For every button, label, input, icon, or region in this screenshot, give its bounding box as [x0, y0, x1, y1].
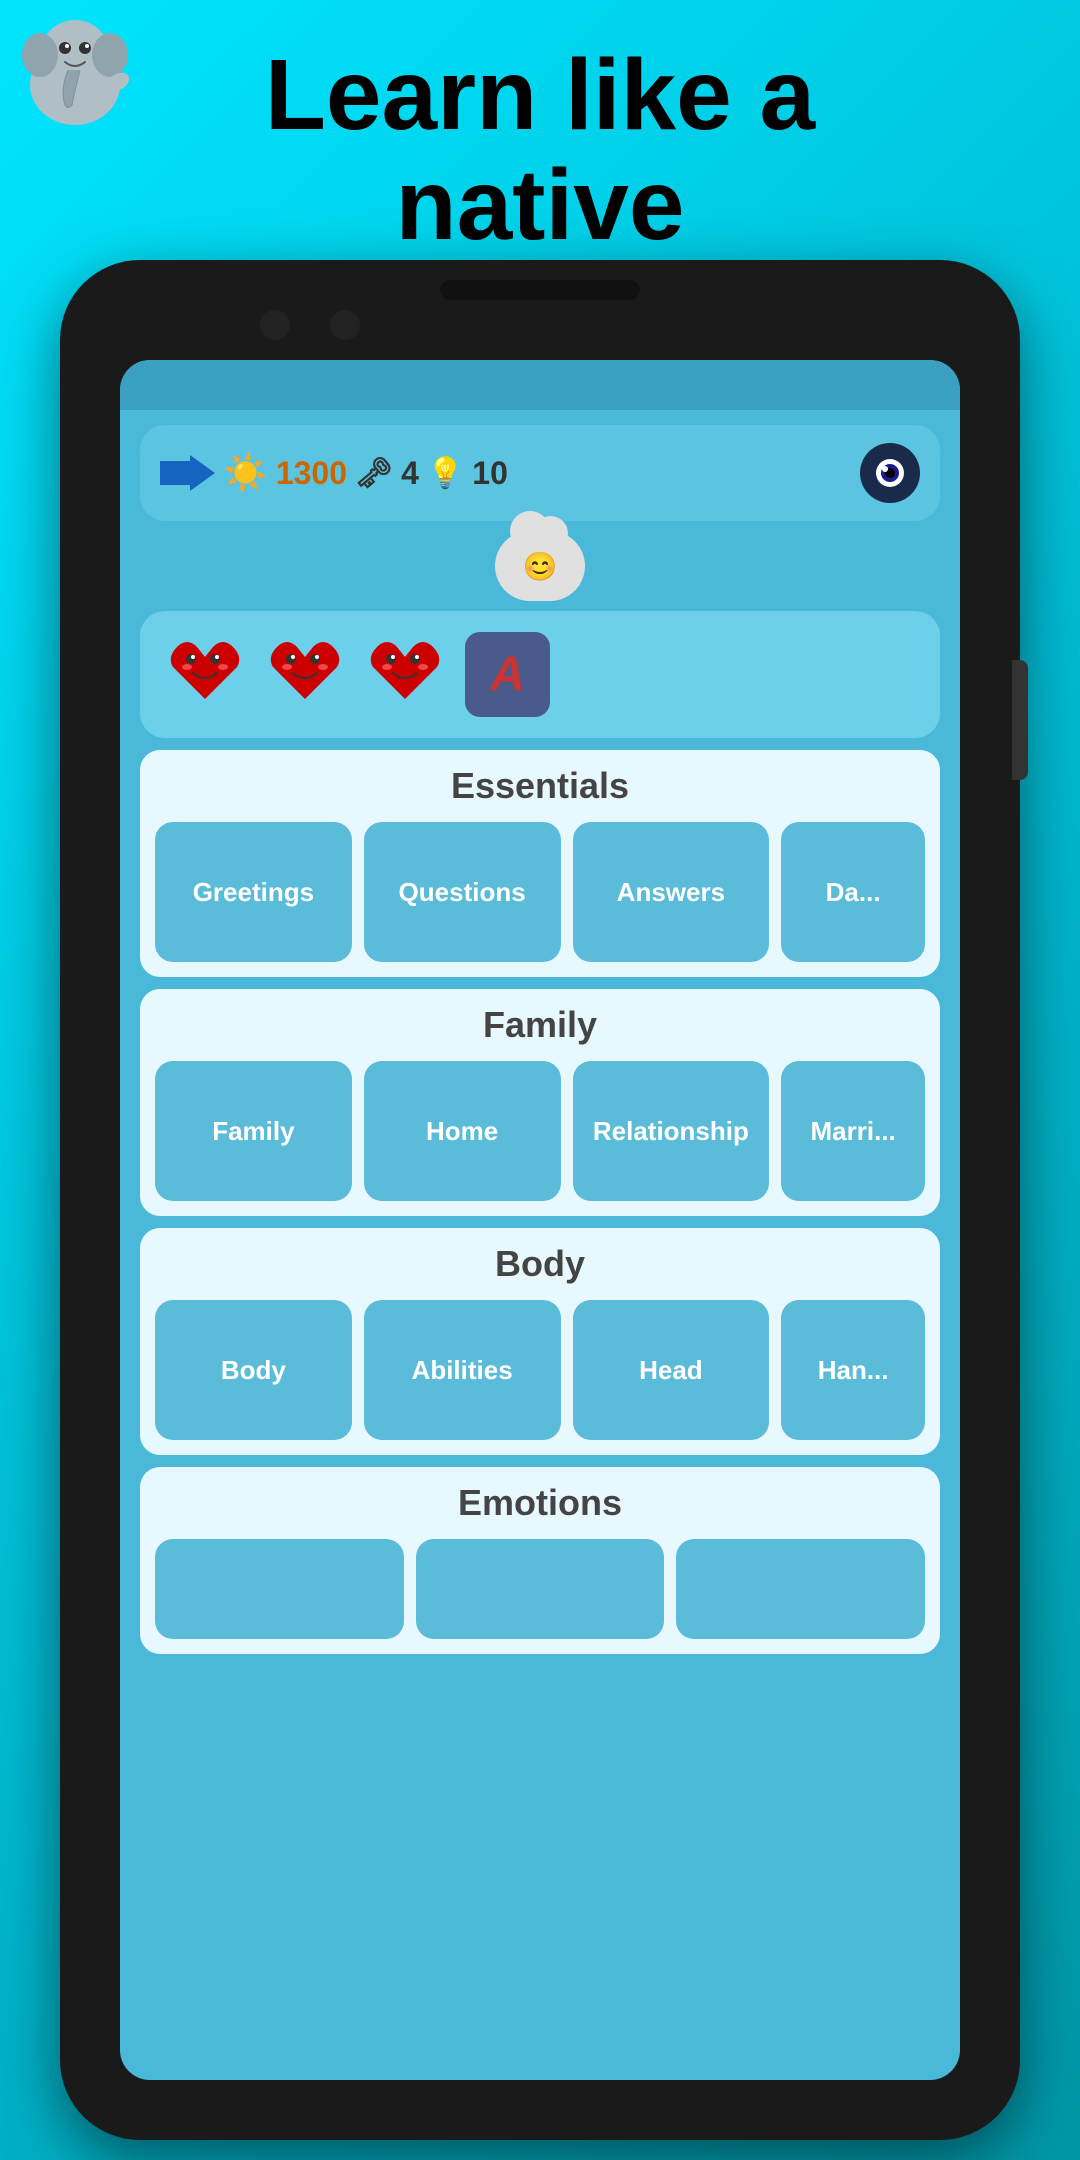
phone-notch: [440, 280, 640, 300]
family-title: Family: [155, 1004, 925, 1046]
category-item-relationship[interactable]: Relationship: [573, 1061, 770, 1201]
heart-3: [365, 629, 445, 720]
essentials-grid: Greetings Questions Answers Da...: [155, 822, 925, 962]
category-item-head[interactable]: Head: [573, 1300, 770, 1440]
category-item-abilities[interactable]: Abilities: [364, 1300, 561, 1440]
key-icon: 🗝: [355, 456, 393, 491]
category-item-answers[interactable]: Answers: [573, 822, 770, 962]
back-arrows-icon[interactable]: [160, 453, 215, 493]
eye-button[interactable]: [860, 443, 920, 503]
bulb-value: 10: [472, 455, 508, 492]
category-item-family[interactable]: Family: [155, 1061, 352, 1201]
category-item-marriage[interactable]: Marri...: [781, 1061, 925, 1201]
sun-icon: ☀️: [223, 452, 268, 494]
cloud-face: 😊: [523, 550, 558, 583]
body-section: Body Body Abilities Head Han...: [140, 1228, 940, 1455]
cloud-mascot-area: 😊: [120, 531, 960, 601]
emotions-title: Emotions: [155, 1482, 925, 1524]
category-item-body[interactable]: Body: [155, 1300, 352, 1440]
emotions-grid: [155, 1539, 925, 1639]
header-title: Learn like a native: [265, 40, 815, 260]
heart-2: [265, 629, 345, 720]
sun-stat: ☀️ 1300: [223, 452, 347, 494]
category-item-questions[interactable]: Questions: [364, 822, 561, 962]
category-item-emotion-2[interactable]: [416, 1539, 665, 1639]
key-value: 4: [401, 455, 419, 492]
side-button: [1012, 660, 1028, 780]
key-stat: 🗝 4: [355, 455, 419, 492]
family-section: Family Family Home Relationship Marri...: [140, 989, 940, 1216]
category-item-emotion-3[interactable]: [676, 1539, 925, 1639]
category-item-days[interactable]: Da...: [781, 822, 925, 962]
hearts-bar: A: [140, 611, 940, 738]
cloud-mascot: 😊: [495, 531, 585, 601]
bulb-icon: 💡: [427, 456, 464, 491]
essentials-section: Essentials Greetings Questions Answers D…: [140, 750, 940, 977]
stats-bar: ☀️ 1300 🗝 4 💡 10: [140, 425, 940, 521]
sun-value: 1300: [276, 455, 347, 492]
category-item-greetings[interactable]: Greetings: [155, 822, 352, 962]
stats-left-group: ☀️ 1300 🗝 4 💡 10: [160, 452, 508, 494]
category-item-hands[interactable]: Han...: [781, 1300, 925, 1440]
status-bar: [120, 360, 960, 410]
family-grid: Family Home Relationship Marri...: [155, 1061, 925, 1201]
category-item-home[interactable]: Home: [364, 1061, 561, 1201]
phone-screen: ☀️ 1300 🗝 4 💡 10: [120, 360, 960, 2080]
mascot-elephant: [10, 10, 140, 140]
body-title: Body: [155, 1243, 925, 1285]
camera-left: [260, 310, 290, 340]
camera-right: [330, 310, 360, 340]
essentials-title: Essentials: [155, 765, 925, 807]
letter-box-a[interactable]: A: [465, 632, 550, 717]
body-grid: Body Abilities Head Han...: [155, 1300, 925, 1440]
heart-1: [165, 629, 245, 720]
phone-bezel: ☀️ 1300 🗝 4 💡 10: [60, 260, 1020, 2140]
bulb-stat: 💡 10: [427, 455, 508, 492]
emotions-section: Emotions: [140, 1467, 940, 1654]
header-area: Learn like a native: [0, 0, 1080, 280]
category-item-emotion-1[interactable]: [155, 1539, 404, 1639]
